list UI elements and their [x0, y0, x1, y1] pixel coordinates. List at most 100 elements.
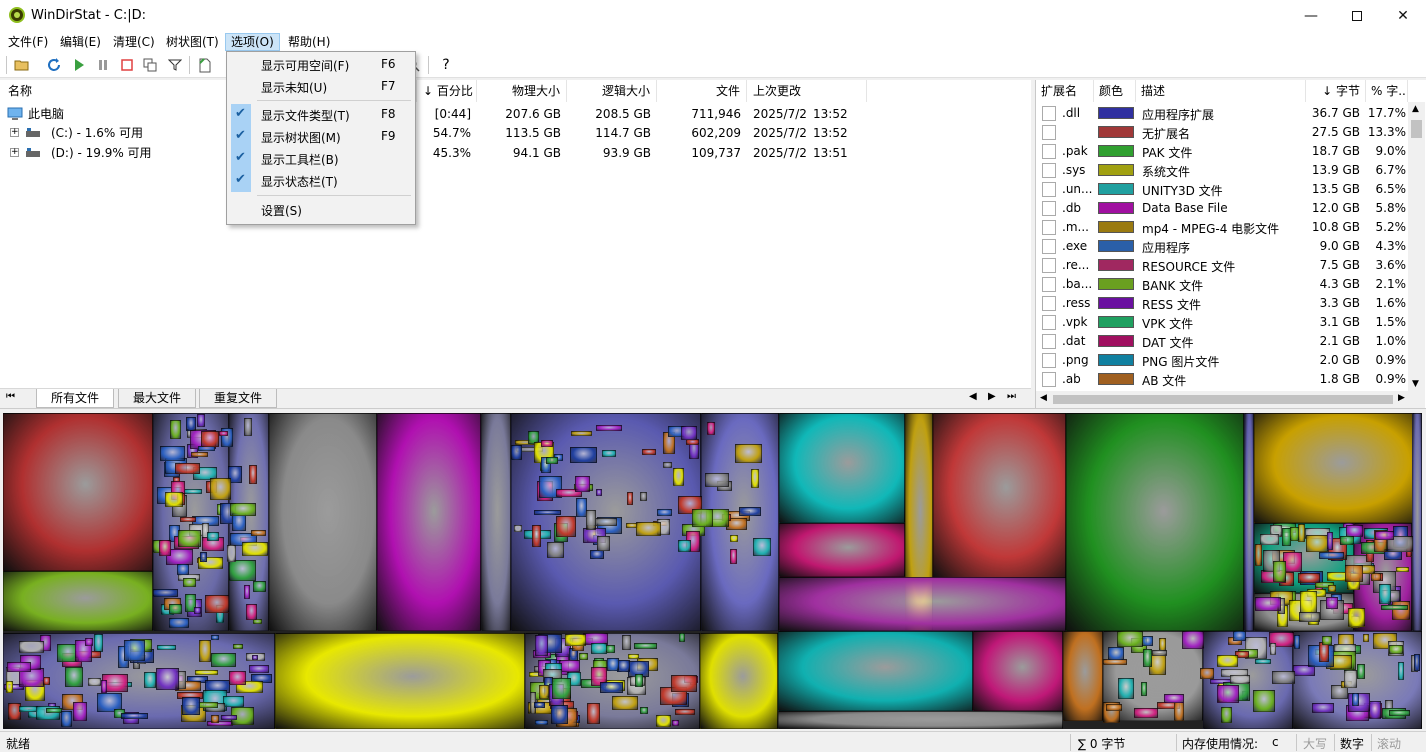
column-physical-size[interactable]: 物理大小: [477, 80, 567, 102]
treemap-block[interactable]: [534, 702, 545, 708]
help-button[interactable]: ?: [437, 56, 455, 74]
treemap-block[interactable]: [144, 672, 156, 688]
treemap-block[interactable]: [541, 440, 553, 447]
extension-row[interactable]: .ba... BANK 文件 4.3 GB 2.1%: [1036, 275, 1408, 294]
treemap-block[interactable]: [1106, 704, 1122, 711]
treemap-block[interactable]: [1164, 694, 1184, 703]
scroll-thumb[interactable]: [1053, 395, 1393, 404]
treemap-block[interactable]: [1381, 605, 1408, 610]
treemap-block[interactable]: [199, 640, 211, 662]
treemap-block[interactable]: [377, 413, 481, 631]
treemap-block[interactable]: [1244, 413, 1254, 631]
next-tab-icon[interactable]: ▶: [988, 391, 996, 402]
treemap-block[interactable]: [211, 715, 219, 723]
treemap-block[interactable]: [169, 604, 182, 614]
treemap-block[interactable]: [229, 560, 256, 581]
treemap-block[interactable]: [242, 542, 268, 556]
minimize-button[interactable]: —: [1288, 0, 1334, 31]
treemap-block[interactable]: [1174, 702, 1184, 721]
treemap-block[interactable]: [535, 720, 548, 725]
vertical-scrollbar[interactable]: ▲ ▼: [1408, 102, 1425, 392]
scroll-down-icon[interactable]: ▼: [1412, 379, 1419, 389]
treemap-block[interactable]: [595, 518, 617, 526]
treemap-block[interactable]: [1389, 710, 1410, 716]
treemap-block[interactable]: [1141, 682, 1147, 696]
treemap-block[interactable]: [180, 517, 196, 522]
treemap-block[interactable]: [933, 413, 1066, 578]
treemap-block[interactable]: [211, 653, 236, 667]
treemap-block[interactable]: [1294, 635, 1300, 649]
treemap-block[interactable]: [244, 585, 250, 599]
menu-file[interactable]: 文件(F): [3, 33, 53, 51]
treemap-block[interactable]: [46, 708, 62, 713]
treemap-block[interactable]: [249, 665, 269, 673]
treemap-block[interactable]: [43, 677, 50, 685]
treemap-block[interactable]: [101, 680, 107, 693]
treemap-block[interactable]: [191, 452, 208, 457]
treemap-block[interactable]: [735, 444, 762, 463]
treemap-block[interactable]: [275, 633, 525, 729]
treemap-block[interactable]: [182, 697, 200, 715]
treemap-block[interactable]: [1255, 659, 1271, 664]
treemap-block[interactable]: [514, 525, 522, 532]
treemap-block[interactable]: [678, 540, 691, 552]
treemap-block[interactable]: [156, 668, 179, 690]
treemap-block[interactable]: [1118, 678, 1134, 699]
treemap-block[interactable]: [233, 644, 243, 649]
treemap-block[interactable]: [657, 509, 672, 516]
extension-row[interactable]: .dat DAT 文件 2.1 GB 1.0%: [1036, 332, 1408, 351]
menu-item-show-treemap[interactable]: ✔ 显示树状图(M) F9: [229, 126, 413, 148]
extension-row[interactable]: .pak PAK 文件 18.7 GB 9.0%: [1036, 142, 1408, 161]
menu-options[interactable]: 选项(O): [225, 33, 280, 51]
treemap-block[interactable]: [1379, 584, 1391, 604]
treemap-block[interactable]: [229, 671, 246, 685]
treemap-block[interactable]: [165, 492, 183, 507]
treemap-block[interactable]: [1348, 608, 1365, 627]
close-button[interactable]: ✕: [1380, 0, 1426, 31]
treemap-block[interactable]: [1260, 534, 1279, 545]
treemap-block[interactable]: [1299, 612, 1320, 622]
treemap-block[interactable]: [1066, 413, 1244, 631]
treemap-block[interactable]: [579, 653, 588, 660]
treemap-block[interactable]: [1363, 634, 1369, 642]
treemap-block[interactable]: [1375, 531, 1394, 540]
treemap-view[interactable]: [3, 413, 1422, 729]
treemap-block[interactable]: [730, 549, 737, 564]
extension-row[interactable]: .ress RESS 文件 3.3 GB 1.6%: [1036, 294, 1408, 313]
extension-row[interactable]: .re... RESOURCE 文件 7.5 GB 3.6%: [1036, 256, 1408, 275]
menu-item-show-statusbar[interactable]: ✔ 显示状态栏(T): [229, 170, 413, 192]
treemap-block[interactable]: [1253, 690, 1275, 712]
treemap-block[interactable]: [1217, 655, 1238, 667]
treemap-block[interactable]: [175, 463, 200, 474]
column-percent-bytes[interactable]: % 字...: [1366, 80, 1408, 102]
treemap-block[interactable]: [640, 492, 647, 501]
treemap-block[interactable]: [200, 552, 207, 562]
treemap-block[interactable]: [673, 468, 684, 486]
treemap-block[interactable]: [1221, 707, 1232, 723]
treemap-block[interactable]: [1255, 597, 1281, 611]
treemap-block[interactable]: [547, 542, 564, 558]
treemap-block[interactable]: [627, 492, 633, 505]
treemap-block[interactable]: [186, 417, 196, 431]
column-modified[interactable]: 上次更改: [747, 80, 867, 102]
treemap-block[interactable]: [3, 413, 153, 571]
treemap-block[interactable]: [679, 633, 685, 642]
treemap-block[interactable]: [607, 658, 619, 671]
treemap-block[interactable]: [481, 413, 511, 631]
treemap-block[interactable]: [1319, 642, 1329, 662]
treemap-block[interactable]: [1312, 703, 1334, 713]
treemap-block[interactable]: [1152, 650, 1167, 656]
treemap-block[interactable]: [85, 638, 93, 646]
treemap-block[interactable]: [739, 507, 761, 516]
expand-icon[interactable]: +: [10, 148, 19, 157]
treemap-block[interactable]: [751, 469, 759, 488]
treemap-block[interactable]: [663, 462, 672, 468]
treemap-block[interactable]: [705, 473, 729, 487]
copy-button[interactable]: [141, 56, 159, 74]
treemap-block[interactable]: [1340, 536, 1354, 545]
treemap-block[interactable]: [1344, 670, 1357, 688]
treemap-block[interactable]: [973, 631, 1063, 711]
treemap-block[interactable]: [1345, 565, 1363, 582]
column-color[interactable]: 颜色: [1094, 80, 1136, 102]
extension-row[interactable]: 无扩展名 27.5 GB 13.3%: [1036, 123, 1408, 142]
